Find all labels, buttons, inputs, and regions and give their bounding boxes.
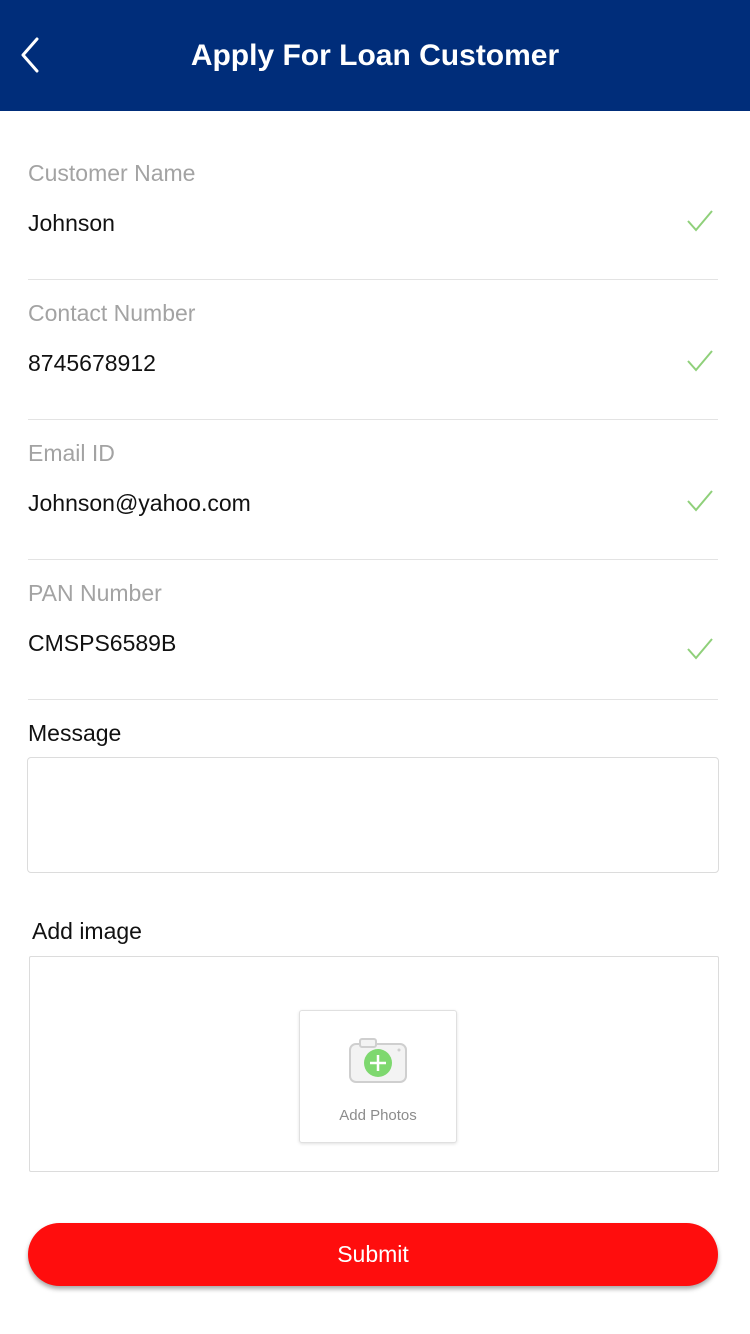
customer-name-field: Customer Name (28, 160, 718, 280)
email-input[interactable] (28, 486, 648, 520)
page-title: Apply For Loan Customer (190, 38, 560, 72)
camera-add-icon (349, 1038, 407, 1083)
chevron-left-icon (21, 37, 39, 73)
customer-name-input[interactable] (28, 206, 648, 240)
message-textarea[interactable] (27, 757, 719, 873)
contact-number-label: Contact Number (28, 300, 196, 326)
pan-number-label: PAN Number (28, 580, 162, 606)
add-image-label: Add image (32, 918, 142, 944)
add-photos-button[interactable]: Add Photos (299, 1010, 457, 1143)
image-upload-area: Add Photos (29, 956, 719, 1172)
message-label: Message (28, 720, 122, 746)
submit-button[interactable]: Submit (28, 1223, 718, 1286)
email-field: Email ID (28, 440, 718, 560)
pan-number-field: PAN Number (28, 580, 718, 700)
add-photos-label: Add Photos (339, 1107, 417, 1124)
check-icon (687, 210, 713, 232)
check-icon (687, 350, 713, 372)
pan-number-input[interactable] (28, 626, 648, 660)
contact-number-field: Contact Number (28, 300, 718, 420)
app-header: Apply For Loan Customer (0, 0, 750, 111)
customer-name-label: Customer Name (28, 160, 196, 186)
contact-number-input[interactable] (28, 346, 648, 380)
back-button[interactable] (10, 30, 50, 80)
check-icon (687, 638, 713, 660)
email-label: Email ID (28, 440, 115, 466)
check-icon (687, 490, 713, 512)
